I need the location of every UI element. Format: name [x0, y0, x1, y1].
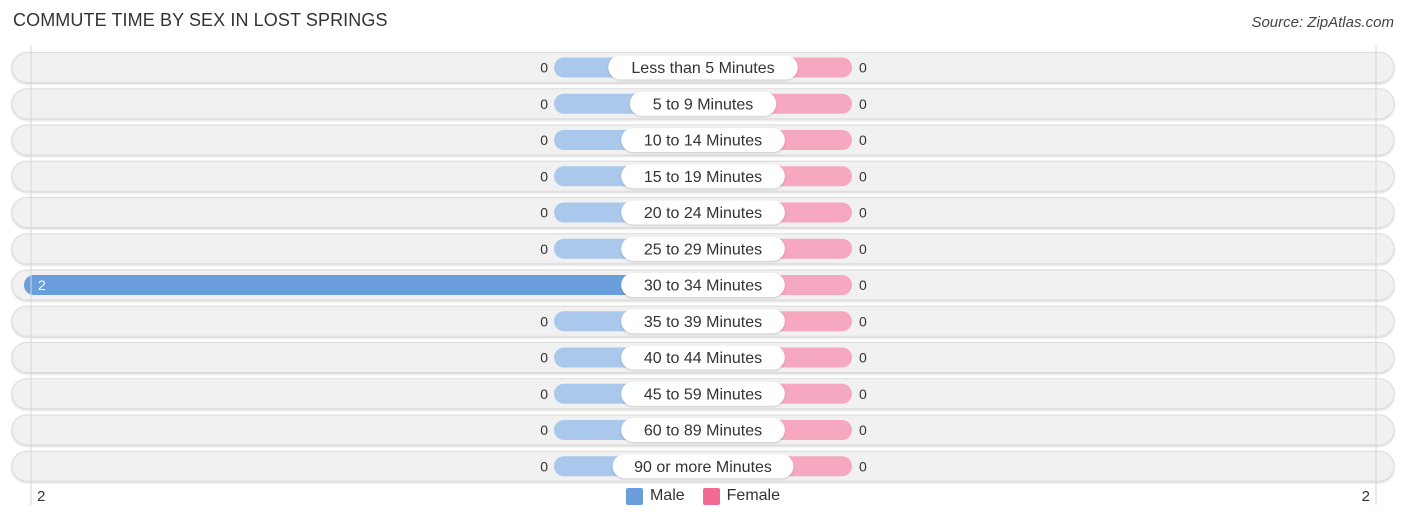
female-value-label: 0 [859, 168, 867, 184]
male-bar [24, 275, 703, 295]
female-value-label: 0 [859, 241, 867, 257]
bar-row[interactable]: 0 0 25 to 29 Minutes [11, 233, 1395, 265]
legend-item-female[interactable]: Female [702, 487, 781, 505]
legend-item-male[interactable]: Male [625, 487, 685, 505]
bar-row[interactable]: 0 0 60 to 89 Minutes [11, 414, 1395, 446]
legend-label-male: Male [649, 487, 685, 504]
bar-row[interactable]: 2 0 30 to 34 Minutes [11, 269, 1395, 301]
category-label: 5 to 9 Minutes [653, 96, 754, 113]
bar-row[interactable]: 0 0 35 to 39 Minutes [11, 305, 1395, 337]
bar-row[interactable]: 0 0 20 to 24 Minutes [11, 197, 1395, 228]
female-value-label: 0 [859, 132, 867, 148]
bar-row[interactable]: 0 0 5 to 9 Minutes [11, 88, 1395, 120]
male-value-label: 0 [540, 241, 548, 257]
male-value-label: 2 [38, 277, 46, 293]
bar-row[interactable]: 0 0 40 to 44 Minutes [11, 342, 1395, 373]
category-label: 25 to 29 Minutes [644, 241, 762, 258]
category-label: 35 to 39 Minutes [644, 314, 762, 331]
male-value-label: 0 [540, 60, 548, 76]
bar-row[interactable]: 0 0 45 to 59 Minutes [11, 378, 1395, 410]
male-value-label: 0 [540, 168, 548, 184]
female-value-label: 0 [859, 277, 867, 293]
female-value-label: 0 [859, 386, 867, 402]
category-label: 45 to 59 Minutes [644, 386, 762, 403]
male-value-label: 0 [540, 350, 548, 366]
legend-swatch-male [625, 487, 643, 505]
female-value-label: 0 [859, 313, 867, 329]
category-label: 10 to 14 Minutes [644, 133, 762, 150]
chart-svg: 0 0 Less than 5 Minutes 0 0 5 to 9 Minutes 0 0 1… [11, 45, 1395, 505]
legend-swatch-female [702, 487, 720, 505]
male-value-label: 0 [540, 458, 548, 474]
legend: Male Female [0, 487, 1406, 505]
category-label: Less than 5 Minutes [631, 60, 774, 77]
female-value-label: 0 [859, 205, 867, 221]
category-label: 40 to 44 Minutes [644, 350, 762, 367]
male-value-label: 0 [540, 386, 548, 402]
legend-label-female: Female [726, 487, 781, 504]
male-value-label: 0 [540, 313, 548, 329]
category-label: 15 to 19 Minutes [644, 169, 762, 186]
bar-row[interactable]: 0 0 15 to 19 Minutes [11, 160, 1395, 192]
male-value-label: 0 [540, 422, 548, 438]
category-label: 60 to 89 Minutes [644, 423, 762, 440]
female-value-label: 0 [859, 350, 867, 366]
female-value-label: 0 [859, 60, 867, 76]
female-value-label: 0 [859, 96, 867, 112]
bar-row[interactable]: 0 0 10 to 14 Minutes [11, 124, 1395, 156]
category-label: 20 to 24 Minutes [644, 205, 762, 222]
male-value-label: 0 [540, 205, 548, 221]
bar-row[interactable]: 0 0 Less than 5 Minutes [11, 52, 1395, 83]
female-value-label: 0 [859, 458, 867, 474]
category-label: 90 or more Minutes [634, 459, 772, 476]
bar-row[interactable]: 0 0 90 or more Minutes [11, 450, 1395, 482]
category-label: 30 to 34 Minutes [644, 278, 762, 295]
male-value-label: 0 [540, 132, 548, 148]
male-value-label: 0 [540, 96, 548, 112]
female-value-label: 0 [859, 422, 867, 438]
